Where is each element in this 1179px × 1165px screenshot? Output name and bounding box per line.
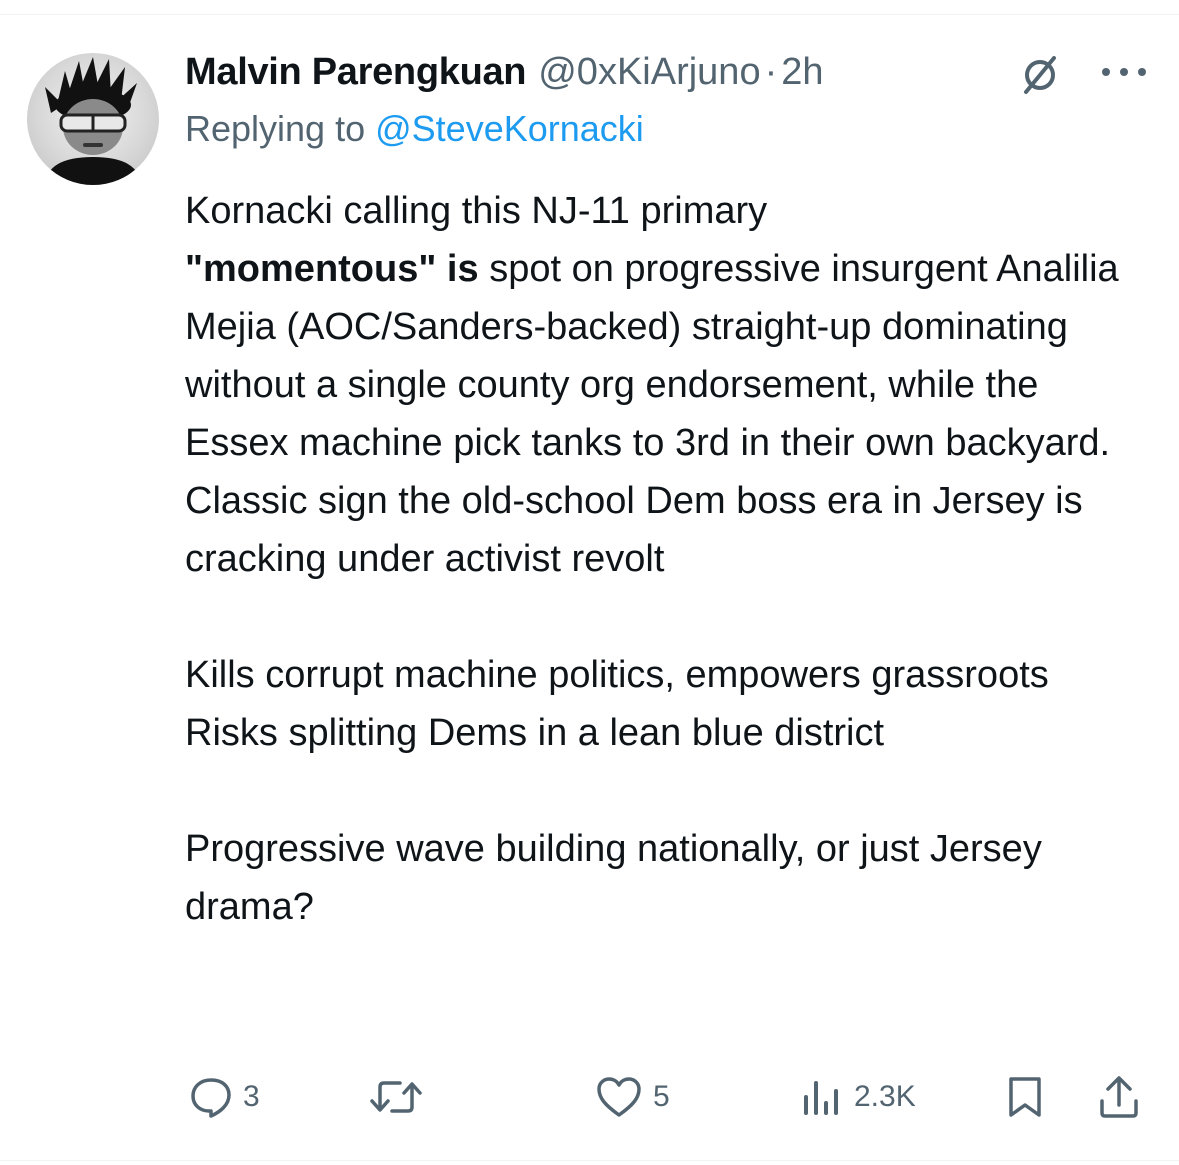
body-line-2b: Risks splitting Dems in a lean blue dist… xyxy=(185,712,885,754)
body-line-3: Progressive wave building nationally, or… xyxy=(185,828,1042,928)
views-count: 2.3K xyxy=(854,1080,916,1113)
like-count: 5 xyxy=(653,1080,670,1113)
body-p1-bold: "momentous" is xyxy=(185,248,479,290)
reply-button[interactable]: 3 xyxy=(189,1072,260,1122)
bookmark-button[interactable] xyxy=(1005,1072,1045,1122)
retweet-button[interactable] xyxy=(368,1072,434,1122)
body-p1-start: Kornacki calling this NJ-11 primary xyxy=(185,190,768,232)
author-name[interactable]: Malvin Parengkuan xyxy=(185,51,527,94)
like-button[interactable]: 5 xyxy=(595,1072,670,1122)
share-button[interactable] xyxy=(1097,1072,1141,1122)
post-body: Kornacki calling this NJ-11 primary "mome… xyxy=(185,182,1150,936)
replying-to-line: Replying to @SteveKornacki xyxy=(185,108,644,150)
author-handle[interactable]: @0xKiArjuno xyxy=(538,51,760,94)
avatar-photo-icon xyxy=(45,57,141,185)
top-divider xyxy=(0,14,1179,15)
like-icon xyxy=(597,1077,641,1117)
grok-icon[interactable] xyxy=(1020,52,1060,96)
body-line-2a: Kills corrupt machine politics, empowers… xyxy=(185,654,1049,696)
views-button[interactable]: 2.3K xyxy=(800,1072,916,1122)
body-paragraph-1: Kornacki calling this NJ-11 primary "mome… xyxy=(185,182,1150,588)
separator-dot: · xyxy=(764,50,778,93)
reply-count: 3 xyxy=(243,1080,260,1113)
author-avatar[interactable] xyxy=(27,53,159,185)
replying-to-handle[interactable]: @SteveKornacki xyxy=(375,108,644,149)
post-header: Malvin Parengkuan @0xKiArjuno · 2h xyxy=(185,48,824,96)
share-icon xyxy=(1100,1076,1138,1118)
body-p1-rest: spot on progressive insurgent Analilia M… xyxy=(185,248,1119,580)
bottom-divider xyxy=(0,1160,1179,1161)
retweet-icon xyxy=(370,1081,422,1113)
reply-icon xyxy=(191,1078,231,1118)
action-bar: 3 5 2.3K xyxy=(185,1072,1145,1122)
post-time[interactable]: 2h xyxy=(781,51,823,94)
views-icon xyxy=(804,1081,838,1115)
more-icon[interactable] xyxy=(1100,62,1148,82)
bookmark-icon xyxy=(1009,1077,1041,1117)
replying-prefix: Replying to xyxy=(185,108,376,149)
